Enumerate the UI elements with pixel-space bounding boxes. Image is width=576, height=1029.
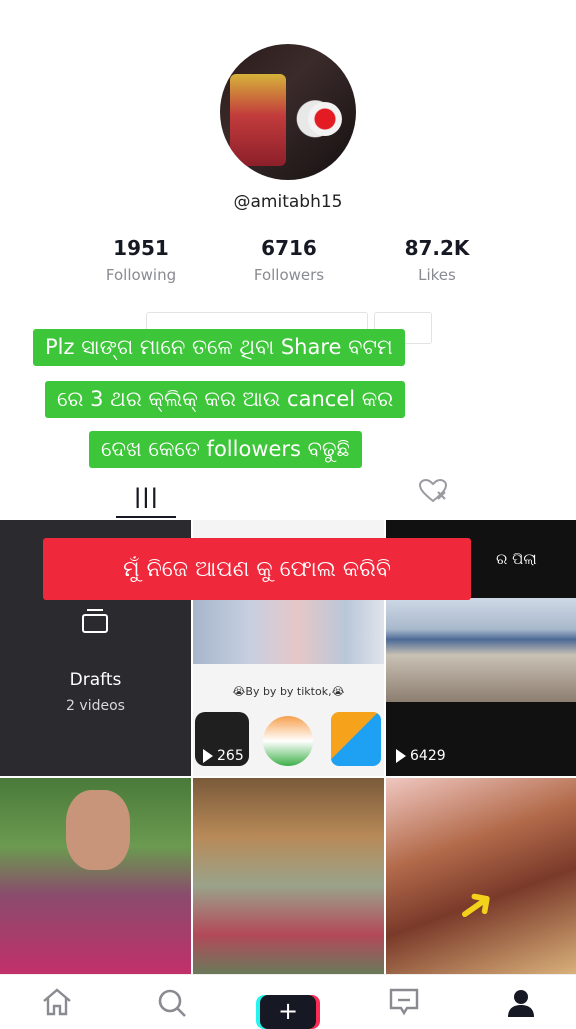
drafts-icon	[82, 609, 108, 633]
home-icon[interactable]	[40, 987, 74, 1017]
video-thumbnail	[193, 598, 384, 664]
view-count-value: 265	[217, 748, 244, 764]
followers-count: 6716	[261, 236, 317, 260]
tab-underline	[116, 516, 176, 518]
profile-avatar[interactable]	[220, 44, 356, 180]
overlay-green-banner: Plz ସାଙ୍ଗ ମାନେ ତଳେ ଥିବା Share ବଟମ ରେ 3 ଥ…	[33, 329, 509, 479]
video-caption: 😭By by by tiktok,😭	[232, 685, 345, 698]
app-logo-icon	[331, 712, 381, 766]
following-count: 1951	[113, 236, 169, 260]
hidden-heart-icon	[418, 478, 448, 503]
video-thumbnail	[66, 790, 130, 870]
drafts-title: Drafts	[69, 670, 122, 690]
followers-label: Followers	[253, 266, 325, 284]
inbox-icon[interactable]	[388, 987, 420, 1017]
video-tile[interactable]	[0, 778, 191, 974]
grid-icon: |||	[134, 484, 159, 508]
bottom-nav: +	[0, 974, 576, 1029]
overlay-line-3: ଦେଖ କେତେ followers ବଢୁଛି	[89, 431, 362, 468]
overlay-line-2: ରେ 3 ଥର କ୍ଲିକ୍ କର ଆଉ cancel କର	[45, 381, 406, 418]
view-count: 265	[203, 748, 244, 764]
view-count-value: 6429	[410, 748, 446, 764]
likes-count: 87.2K	[404, 236, 470, 260]
search-icon[interactable]	[156, 987, 188, 1019]
view-count: 6429	[396, 748, 446, 764]
video-tile[interactable]	[193, 778, 384, 974]
play-icon	[396, 749, 406, 763]
tab-liked[interactable]	[418, 478, 452, 508]
play-icon	[203, 749, 213, 763]
following-label: Following	[105, 266, 177, 284]
overlay-red-banner: ମୁଁ ନିଜେ ଆପଣ କୁ ଫୋଲ କରିବି	[43, 538, 471, 600]
avatar-photo	[230, 74, 286, 166]
overlay-line-1: Plz ସାଙ୍ଗ ମାନେ ତଳେ ଥିବା Share ବଟମ	[33, 329, 405, 366]
video-tile[interactable]: ➜	[386, 778, 576, 974]
tab-videos[interactable]: |||	[116, 478, 176, 518]
profile-handle: @amitabh15	[233, 192, 343, 212]
drafts-count: 2 videos	[66, 698, 125, 714]
video-title-text: ର ପିଲା	[496, 550, 537, 568]
likes-label: Likes	[418, 266, 456, 284]
arrow-icon: ➜	[443, 871, 507, 939]
stat-followers[interactable]: 6716 Followers	[214, 236, 364, 284]
stat-following[interactable]: 1951 Following	[66, 236, 216, 284]
flag-icon	[263, 716, 313, 766]
profile-icon[interactable]	[506, 987, 536, 1019]
avatar-record-icon	[308, 102, 342, 136]
stat-likes[interactable]: 87.2K Likes	[362, 236, 512, 284]
video-thumbnail	[386, 598, 576, 702]
